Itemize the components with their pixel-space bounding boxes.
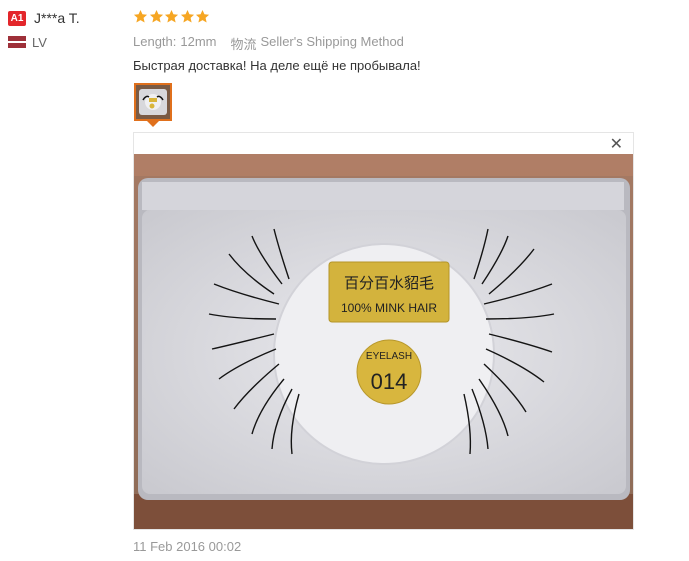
star-icon (149, 9, 163, 22)
photo-label-en: 100% MINK HAIR (341, 301, 437, 315)
photo-label-cn: 百分百水貂毛 (344, 274, 434, 292)
photo-sticker-number: 014 (371, 369, 408, 394)
star-icon (195, 9, 210, 22)
reviewer-info: A1 J***a T. LV (8, 8, 128, 52)
reviewer-name: J***a T. (34, 10, 80, 26)
review-body: Length: 12mm 物流 Seller's Shipping Method… (133, 6, 653, 73)
latvia-flag-icon (8, 36, 26, 48)
review-date: 11 Feb 2016 00:02 (133, 539, 242, 554)
star-icon (164, 9, 179, 22)
reviewer-row: A1 J***a T. (8, 8, 128, 28)
length-label: Length: (133, 34, 177, 49)
star-icon (133, 9, 148, 22)
review-photo[interactable]: 百分百水貂毛 100% MINK HAIR EYELASH 014 (134, 154, 633, 529)
photo-viewer: ✕ 百分百水貂毛 100% MINK HAIR EYELASH 014 (133, 132, 634, 530)
shipping-value: Seller's Shipping Method (260, 34, 404, 49)
review-text: Быстрая доставка! На деле ещё не пробыва… (133, 58, 421, 73)
star-icon (180, 9, 194, 22)
length-value: 12mm (180, 34, 217, 49)
review-attributes: Length: 12mm 物流 Seller's Shipping Method (133, 34, 653, 52)
star-rating (133, 6, 653, 26)
reviewer-country-row: LV (8, 32, 128, 52)
photo-sticker-top: EYELASH (366, 351, 412, 362)
thumbnail-pointer (147, 121, 159, 127)
reviewer-country: LV (32, 34, 47, 50)
close-icon[interactable]: ✕ (610, 136, 623, 154)
shipping-label: 物流 (230, 37, 257, 52)
buyer-level-badge: A1 (8, 10, 26, 26)
review-photo-thumbnail[interactable] (134, 83, 172, 121)
